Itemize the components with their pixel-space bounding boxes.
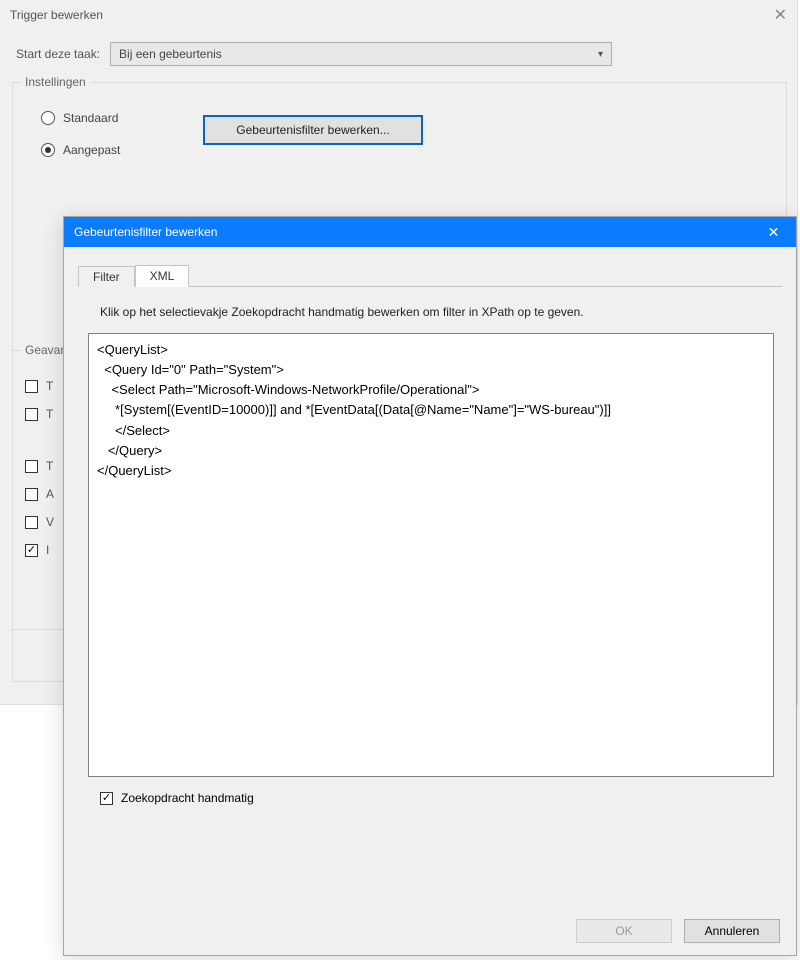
close-icon: ✕: [768, 224, 780, 241]
settings-radios: Standaard Aangepast: [41, 111, 120, 157]
bg-titlebar: Trigger bewerken ✕: [0, 0, 797, 30]
manual-edit-label: Zoekopdracht handmatig: [121, 791, 254, 805]
dialog-buttons: OK Annuleren: [576, 919, 780, 943]
radio-custom-label: Aangepast: [63, 143, 120, 157]
check-row[interactable]: T: [25, 407, 54, 421]
checkbox-icon: [25, 516, 38, 529]
event-filter-button[interactable]: Gebeurtenisfilter bewerken...: [203, 115, 423, 145]
checkbox-icon: ✓: [25, 544, 38, 557]
cancel-button-label: Annuleren: [705, 924, 760, 938]
settings-legend: Instellingen: [21, 75, 90, 89]
radio-icon: [41, 143, 55, 157]
checkbox-icon: [25, 380, 38, 393]
close-button[interactable]: ✕: [751, 217, 796, 247]
chevron-down-icon: ▾: [598, 49, 603, 60]
check-label: T: [46, 459, 53, 473]
start-task-label: Start deze taak:: [16, 47, 100, 61]
check-label: I: [46, 543, 49, 557]
radio-standard[interactable]: Standaard: [41, 111, 120, 125]
advanced-checklist: T T T A V ✓ I: [25, 379, 54, 557]
xml-textarea[interactable]: <QueryList> <Query Id="0" Path="System">…: [88, 333, 774, 777]
ok-button[interactable]: OK: [576, 919, 672, 943]
fg-titlebar: Gebeurtenisfilter bewerken ✕: [64, 217, 796, 247]
start-task-select[interactable]: Bij een gebeurtenis ▾: [110, 42, 612, 66]
check-row[interactable]: V: [25, 515, 54, 529]
check-row[interactable]: T: [25, 379, 54, 393]
tab-xml-label: XML: [150, 269, 175, 283]
radio-icon: [41, 111, 55, 125]
tabs: Filter XML: [78, 263, 782, 287]
bg-title: Trigger bewerken: [10, 8, 103, 22]
event-filter-dialog: Gebeurtenisfilter bewerken ✕ Filter XML …: [63, 216, 797, 956]
tab-xml[interactable]: XML: [135, 265, 190, 287]
check-row[interactable]: ✓ I: [25, 543, 54, 557]
cancel-button[interactable]: Annuleren: [684, 919, 780, 943]
radio-custom[interactable]: Aangepast: [41, 143, 120, 157]
tab-filter-label: Filter: [93, 270, 120, 284]
ok-button-label: OK: [615, 924, 632, 938]
check-label: T: [46, 379, 53, 393]
check-row[interactable]: T: [25, 459, 54, 473]
event-filter-button-label: Gebeurtenisfilter bewerken...: [236, 123, 389, 137]
instruction-text: Klik op het selectievakje Zoekopdracht h…: [78, 287, 782, 329]
check-label: A: [46, 487, 54, 501]
checkbox-icon: [25, 488, 38, 501]
check-row[interactable]: A: [25, 487, 54, 501]
check-label: T: [46, 407, 53, 421]
tab-filter[interactable]: Filter: [78, 266, 135, 287]
fg-body: Filter XML Klik op het selectievakje Zoe…: [64, 247, 796, 955]
start-task-row: Start deze taak: Bij een gebeurtenis ▾: [0, 30, 797, 74]
close-icon[interactable]: ✕: [757, 5, 787, 25]
checkbox-icon: [25, 408, 38, 421]
checkbox-icon: [25, 460, 38, 473]
radio-standard-label: Standaard: [63, 111, 118, 125]
checkbox-icon: ✓: [100, 792, 113, 805]
start-task-value: Bij een gebeurtenis: [119, 47, 222, 61]
manual-edit-checkbox[interactable]: ✓ Zoekopdracht handmatig: [100, 791, 782, 805]
fg-title: Gebeurtenisfilter bewerken: [74, 225, 217, 239]
check-label: V: [46, 515, 54, 529]
